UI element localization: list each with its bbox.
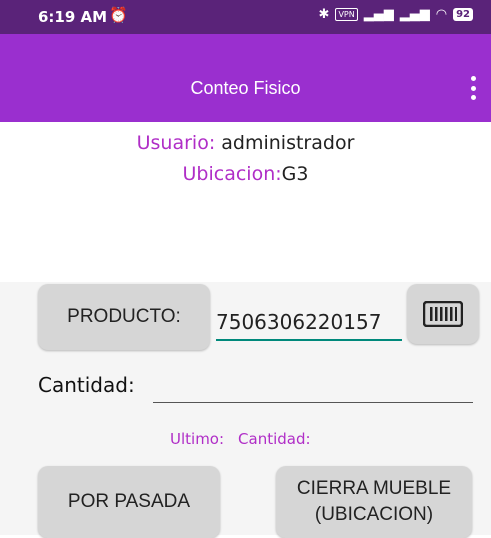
alarm-icon: ⏰ — [109, 6, 128, 24]
signal-icon: ▂▄▆ — [363, 7, 394, 22]
spacer — [0, 192, 491, 282]
cantidad-underline — [153, 402, 473, 403]
battery-icon: 92 — [453, 8, 473, 21]
bluetooth-icon: ✱ — [318, 7, 330, 22]
cierra-mueble-line1: CIERRA MUEBLE — [296, 478, 452, 499]
cantidad-input[interactable] — [153, 370, 477, 402]
usuario-row: Usuario: administrador — [0, 132, 491, 154]
ultimo-label: Ultimo: — [170, 430, 225, 448]
ubicacion-value: G3 — [281, 163, 309, 185]
scan-barcode-button[interactable] — [407, 284, 479, 344]
cantidad-label: Cantidad: — [38, 373, 135, 397]
producto-underline — [216, 339, 402, 341]
more-options-icon[interactable] — [469, 76, 477, 100]
wifi-icon: ◠ — [435, 7, 448, 22]
app-bar: Conteo Fisico — [0, 34, 491, 122]
barcode-icon — [423, 301, 463, 327]
ubicacion-label: Ubicacion: — [182, 163, 282, 185]
producto-button[interactable]: PRODUCTO: — [38, 284, 210, 350]
status-icons: ✱ VPN ▂▄▆ ▂▄▆ ◠ 92 — [319, 7, 473, 22]
vpn-icon: VPN — [335, 8, 358, 21]
app-title: Conteo Fisico — [190, 78, 301, 98]
usuario-value: administrador — [221, 132, 355, 154]
ultimo-row: Ultimo: Cantidad: — [170, 430, 311, 448]
usuario-label: Usuario: — [136, 132, 216, 154]
ultimo-cantidad-label: Cantidad: — [238, 430, 311, 448]
cierra-mueble-line2: (UBICACION) — [314, 504, 434, 525]
ubicacion-row: Ubicacion:G3 — [0, 163, 491, 185]
status-time: 6:19 AM — [38, 8, 108, 26]
producto-input[interactable]: 7506306220157 — [216, 310, 381, 334]
cierra-mueble-button[interactable]: CIERRA MUEBLE (UBICACION) — [276, 466, 472, 538]
status-bar: 6:19 AM ⏰ ✱ VPN ▂▄▆ ▂▄▆ ◠ 92 — [0, 0, 491, 34]
por-pasada-button[interactable]: POR PASADA — [38, 466, 220, 538]
signal-icon-2: ▂▄▆ — [399, 7, 430, 22]
